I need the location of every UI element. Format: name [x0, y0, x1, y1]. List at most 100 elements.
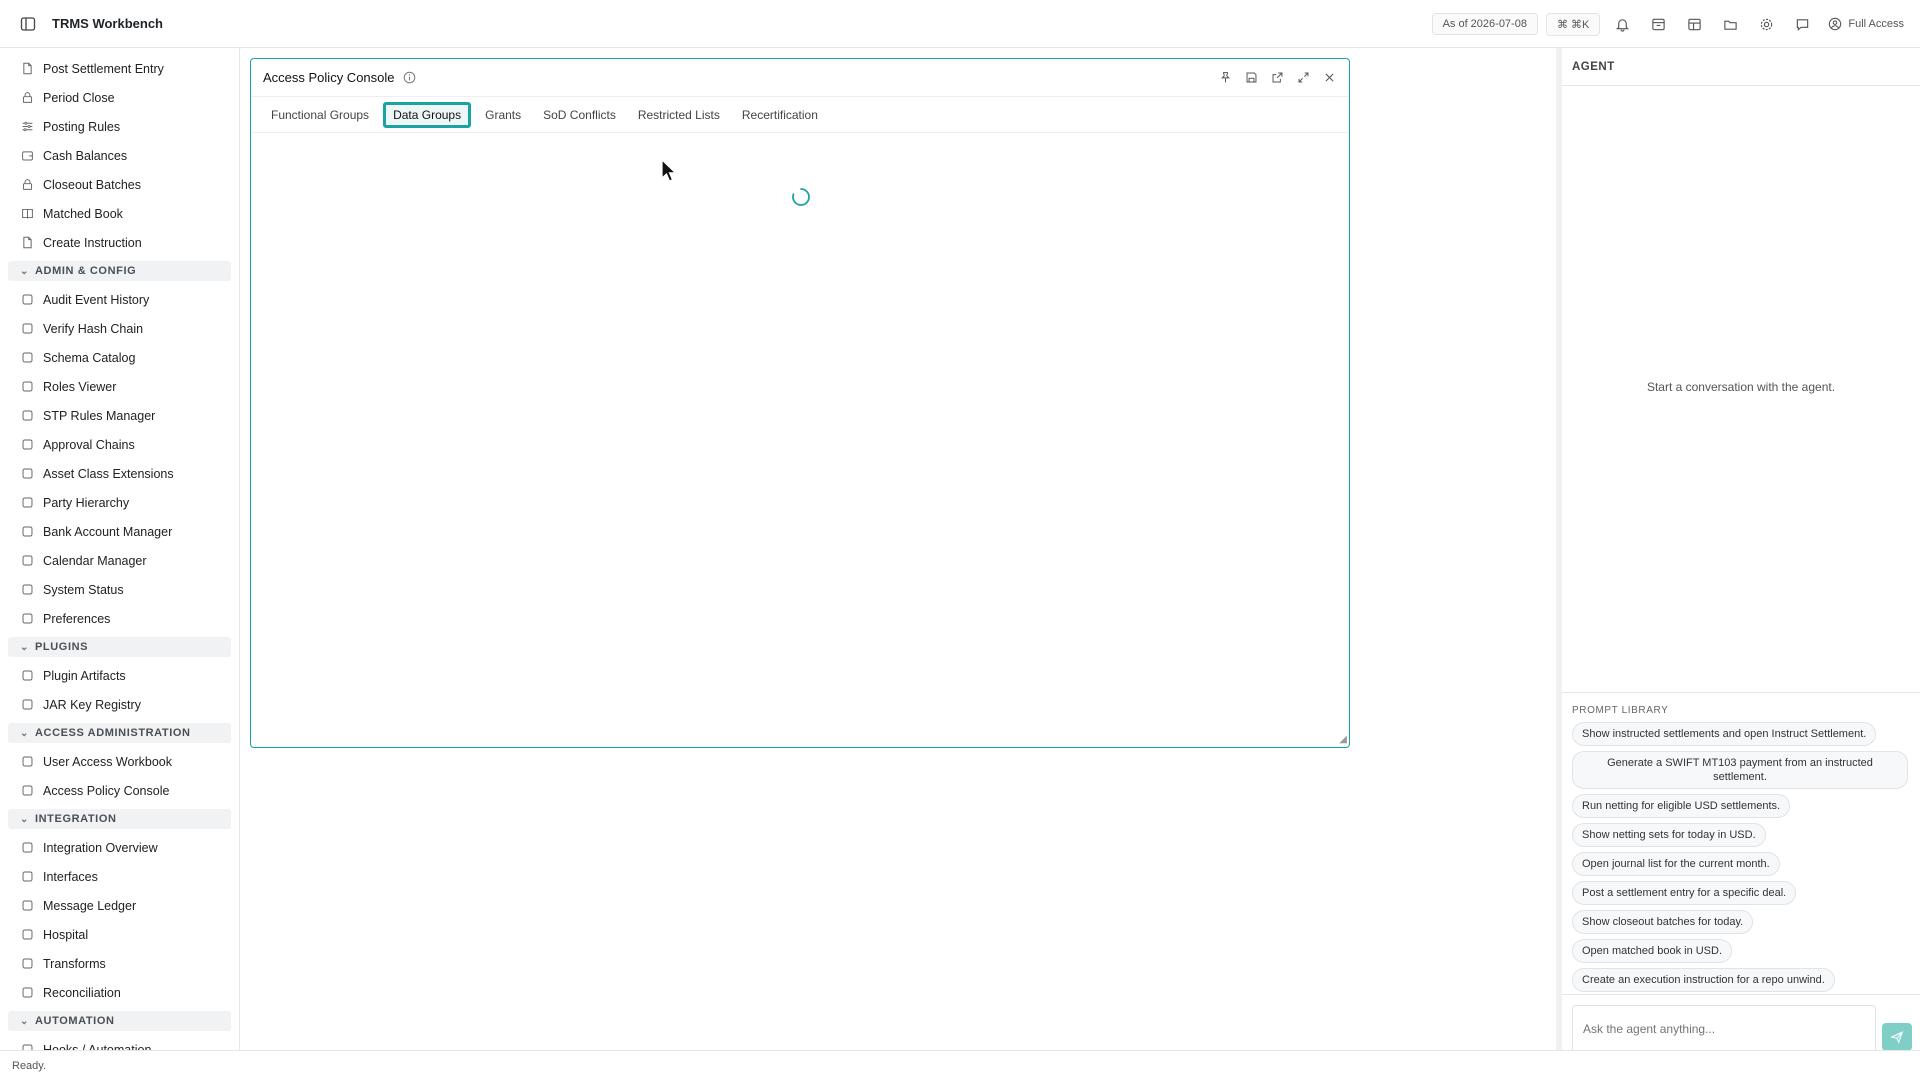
command-palette-button[interactable]: ⌘ ⌘K [1545, 12, 1601, 36]
sidebar-item-post-settlement-entry[interactable]: Post Settlement Entry [0, 54, 239, 83]
sidebar-section-title: ADMIN & CONFIG [34, 265, 137, 277]
sidebar-item-asset-class-extensions[interactable]: Asset Class Extensions [0, 459, 239, 488]
sidebar-item-create-instruction[interactable]: Create Instruction [0, 228, 239, 257]
sidebar-item-bank-account-manager[interactable]: Bank Account Manager [0, 517, 239, 546]
sidebar-item-audit-event-history[interactable]: Audit Event History [0, 285, 239, 314]
sidebar-item-posting-rules[interactable]: Posting Rules [0, 112, 239, 141]
pin-button[interactable] [1217, 67, 1233, 87]
sidebar-section-admin-config[interactable]: ⌄ ADMIN & CONFIG [8, 261, 231, 281]
tab-sod-conflicts[interactable]: SoD Conflicts [535, 103, 624, 127]
prompt-chip[interactable]: Open matched book in USD. [1572, 939, 1733, 963]
sidebar-item-plugin-artifacts[interactable]: Plugin Artifacts [0, 661, 239, 690]
sidebar-item-user-access-workbook[interactable]: User Access Workbook [0, 747, 239, 776]
tab-functional-groups[interactable]: Functional Groups [263, 103, 377, 127]
transforms-icon [20, 957, 34, 971]
sidebar-item-label: Period Close [43, 90, 115, 105]
message-icon [1796, 18, 1809, 31]
sidebar-item-system-status[interactable]: System Status [0, 575, 239, 604]
info-icon[interactable] [403, 71, 416, 84]
tab-data-groups[interactable]: Data Groups [383, 101, 472, 128]
maximize-button[interactable] [1295, 67, 1311, 87]
reconciliation-icon [20, 986, 34, 1000]
chevron-down-icon: ⌄ [20, 265, 29, 277]
gear-icon [1760, 18, 1773, 30]
sidebar-item-roles-viewer[interactable]: Roles Viewer [0, 372, 239, 401]
pop-out-button[interactable] [1269, 67, 1285, 87]
notifications-button[interactable] [1608, 10, 1636, 38]
sidebar-item-hospital[interactable]: Hospital [0, 920, 239, 949]
chevron-down-icon: ⌄ [20, 813, 29, 825]
sidebar-item-transforms[interactable]: Transforms [0, 949, 239, 978]
sidebar-item-period-close[interactable]: Period Close [0, 83, 239, 112]
sidebar-item-label: Access Policy Console [43, 783, 170, 798]
sidebar-item-calendar-manager[interactable]: Calendar Manager [0, 546, 239, 575]
resize-handle[interactable]: ◢ [1339, 734, 1347, 745]
layout-button[interactable] [1680, 10, 1708, 38]
user-circle-icon [1829, 17, 1842, 31]
prompt-chip[interactable]: Show netting sets for today in USD. [1572, 823, 1766, 847]
folder-icon [1724, 20, 1737, 30]
sidebar-section-title: ACCESS ADMINISTRATION [34, 727, 191, 739]
sidebar-item-access-policy-console[interactable]: Access Policy Console [0, 776, 239, 805]
sidebar-item-message-ledger[interactable]: Message Ledger [0, 891, 239, 920]
sidebar-item-closeout-batches[interactable]: Closeout Batches [0, 170, 239, 199]
tab-restricted-lists[interactable]: Restricted Lists [630, 103, 728, 127]
sidebar-section-access-administration[interactable]: ⌄ ACCESS ADMINISTRATION [8, 723, 231, 743]
close-button[interactable] [1321, 67, 1337, 87]
sidebar-section-plugins[interactable]: ⌄ PLUGINS [8, 637, 231, 657]
pin-icon [1220, 71, 1230, 82]
prompt-chip[interactable]: Post a settlement entry for a specific d… [1572, 881, 1797, 905]
sidebar-item-label: Reconciliation [43, 985, 121, 1000]
archive-icon [1652, 18, 1665, 30]
sidebar-section-integration[interactable]: ⌄ INTEGRATION [8, 809, 231, 829]
tab-grants[interactable]: Grants [477, 103, 529, 127]
agent-input[interactable] [1572, 1005, 1876, 1053]
sidebar: Post Settlement Entry Period Close Posting… [0, 48, 240, 1050]
sidebar-item-party-hierarchy[interactable]: Party Hierarchy [0, 488, 239, 517]
roles-viewer-icon [20, 380, 34, 394]
sidebar-item-label: Transforms [43, 956, 106, 971]
sidebar-item-schema-catalog[interactable]: Schema Catalog [0, 343, 239, 372]
sidebar-item-integration-overview[interactable]: Integration Overview [0, 833, 239, 862]
sidebar-item-label: Approval Chains [43, 437, 135, 452]
prompt-chip[interactable]: Run netting for eligible USD settlements… [1572, 794, 1791, 818]
chevron-down-icon: ⌄ [20, 1015, 29, 1027]
sidebar-item-approval-chains[interactable]: Approval Chains [0, 430, 239, 459]
access-level-button[interactable]: Full Access [1828, 17, 1904, 31]
sidebar-item-label: Hooks / Automation [43, 1042, 152, 1051]
sidebar-item-reconciliation[interactable]: Reconciliation [0, 978, 239, 1007]
panel-header: Access Policy Console [251, 59, 1349, 97]
send-button[interactable] [1882, 1023, 1912, 1051]
bell-icon [1615, 18, 1629, 32]
prompt-chip[interactable]: Show closeout batches for today. [1572, 910, 1754, 934]
prompt-chip[interactable]: Show instructed settlements and open Ins… [1572, 722, 1877, 746]
folder-button[interactable] [1716, 10, 1744, 38]
sidebar-toggle-button[interactable] [16, 12, 40, 36]
lock-icon [20, 178, 34, 192]
sidebar-item-verify-hash-chain[interactable]: Verify Hash Chain [0, 314, 239, 343]
sidebar-item-preferences[interactable]: Preferences [0, 604, 239, 633]
close-icon [1324, 72, 1334, 82]
sidebar-item-matched-book[interactable]: Matched Book [0, 199, 239, 228]
prompt-chip[interactable]: Open journal list for the current month. [1572, 852, 1780, 876]
sidebar-item-interfaces[interactable]: Interfaces [0, 862, 239, 891]
sidebar-item-cash-balances[interactable]: Cash Balances [0, 141, 239, 170]
as-of-date-button[interactable]: As of 2026-07-08 [1431, 13, 1538, 35]
settings-button[interactable] [1752, 10, 1780, 38]
prompt-chip[interactable]: Create an execution instruction for a re… [1572, 968, 1835, 992]
tab-recertification[interactable]: Recertification [734, 103, 826, 127]
save-button[interactable] [1243, 67, 1259, 87]
loading-spinner [791, 187, 811, 207]
prompt-chip[interactable]: Generate a SWIFT MT103 payment from an i… [1572, 751, 1908, 789]
sidebar-item-hooks-automation[interactable]: Hooks / Automation [0, 1035, 239, 1050]
chat-button[interactable] [1788, 10, 1816, 38]
sidebar-item-label: Message Ledger [43, 898, 137, 913]
audit-event-history-icon [20, 293, 34, 307]
sidebar-item-jar-key-registry[interactable]: JAR Key Registry [0, 690, 239, 719]
sidebar-section-automation[interactable]: ⌄ AUTOMATION [8, 1011, 231, 1031]
sidebar-item-stp-rules-manager[interactable]: STP Rules Manager [0, 401, 239, 430]
sidebar-item-label: Cash Balances [43, 148, 128, 163]
doc-icon [20, 236, 34, 250]
archive-button[interactable] [1644, 10, 1672, 38]
save-icon [1246, 72, 1256, 82]
